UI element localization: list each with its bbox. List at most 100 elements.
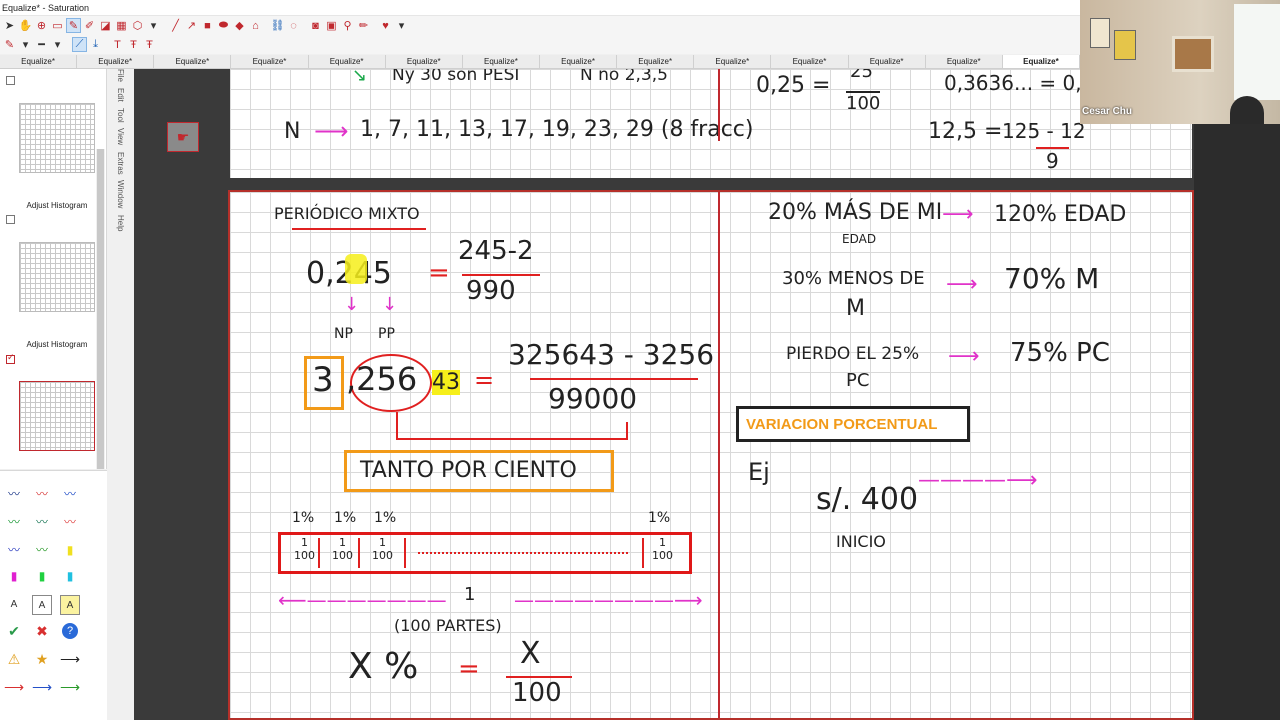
text-style-2-icon[interactable]: A [32, 595, 52, 615]
tab-4[interactable]: Equalize* [231, 55, 309, 68]
highlighter-magenta-icon[interactable]: ▮ [4, 569, 24, 583]
ellipse-icon[interactable]: ⬬ [216, 18, 231, 33]
dropdown-icon[interactable]: ▾ [146, 18, 161, 33]
pen-navy-icon[interactable]: 〰 [4, 487, 24, 501]
pressure-icon[interactable]: ⤓ [88, 37, 103, 52]
image-icon[interactable]: ▣ [324, 18, 339, 33]
tab-9[interactable]: Equalize* [617, 55, 695, 68]
marker-icon[interactable]: ✏ [356, 18, 371, 33]
smooth-pen-icon[interactable]: ⟋ [72, 37, 87, 52]
window-image [1234, 4, 1280, 100]
red-arrow-icon[interactable]: ⟶ [4, 677, 24, 697]
tab-14-active[interactable]: Equalize* [1002, 55, 1080, 68]
hand-icon[interactable]: ✋ [18, 18, 33, 33]
tab-10[interactable]: Equalize* [694, 55, 772, 68]
arrow-line-icon[interactable]: ↗ [184, 18, 199, 33]
fraction-numerator: 25 [850, 69, 873, 82]
tab-13[interactable]: Equalize* [925, 55, 1003, 68]
tab-11[interactable]: Equalize* [771, 55, 849, 68]
rectangle-icon[interactable]: ■ [200, 18, 215, 33]
menu-tool[interactable]: Tool [116, 108, 125, 123]
connector-left [396, 412, 398, 438]
camera-icon[interactable]: ◙ [308, 18, 323, 33]
example2-numerator: 325643 - 3256 [508, 338, 715, 371]
stamp-icon[interactable]: ⌂ [248, 18, 263, 33]
highlighter-cyan-icon[interactable]: ▮ [60, 569, 80, 583]
thumbnail-checkbox-2[interactable] [6, 215, 15, 224]
rule2-text: 30% MENOS DE [782, 268, 925, 289]
question-stamp-icon[interactable]: ? [62, 623, 78, 639]
pen-blue-icon[interactable]: 〰 [60, 487, 80, 501]
heart-icon[interactable]: ♥ [378, 18, 393, 33]
menu-view[interactable]: View [116, 128, 125, 145]
page-thumbnail-1[interactable] [19, 103, 95, 173]
rule3-arrow-icon: ⟶ [948, 344, 980, 369]
decimal-2-denominator: 9 [1036, 147, 1069, 173]
eraser-icon[interactable]: ◪ [98, 18, 113, 33]
menu-edit[interactable]: Edit [116, 88, 125, 102]
text-strike-icon[interactable]: Ŧ [142, 37, 157, 52]
lasso-icon[interactable]: ◌ [286, 18, 301, 33]
decimal-2: 12,5 = [928, 119, 1003, 144]
pen-lime-icon[interactable]: 〰 [32, 543, 52, 557]
pen-icon[interactable]: ✎ [66, 18, 81, 33]
heart-dropdown-icon[interactable]: ▾ [394, 18, 409, 33]
highlighter-icon[interactable]: ✐ [82, 18, 97, 33]
select-arrow-icon[interactable]: ➤ [2, 18, 17, 33]
thumbnail-checkbox-3[interactable] [6, 352, 15, 364]
notebook-page-2[interactable]: PERIÓDICO MIXTO 0,245 = 245-2 990 ↓ ↓ NP… [228, 190, 1194, 720]
tab-5[interactable]: Equalize* [308, 55, 386, 68]
laser-pointer-icon[interactable]: ☛ [167, 122, 199, 152]
warning-stamp-icon[interactable]: ⚠ [4, 649, 24, 669]
highlighter-green-icon[interactable]: ▮ [32, 569, 52, 583]
menu-window[interactable]: Window [116, 180, 125, 208]
tab-8[interactable]: Equalize* [539, 55, 618, 68]
text-style-1-icon[interactable]: A [4, 595, 24, 615]
rule3-result: 75% PC [1010, 338, 1110, 368]
pen-light-red-icon[interactable]: 〰 [60, 515, 80, 529]
menu-extras[interactable]: Extras [116, 152, 125, 175]
tab-12[interactable]: Equalize* [848, 55, 926, 68]
tab-7[interactable]: Equalize* [462, 55, 540, 68]
text-tool-icon[interactable]: T [110, 37, 125, 52]
table-icon[interactable]: ▦ [114, 18, 129, 33]
pen-red-icon[interactable]: 〰 [32, 487, 52, 501]
notebook-page-1[interactable]: ↘ Ny 30 son PESI N no 2,3,5 N ⟶ 1, 7, 11… [230, 69, 1192, 178]
line-width-dropdown-icon[interactable]: ▾ [50, 37, 65, 52]
thumbnails-vertical-scrollbar[interactable] [96, 149, 105, 474]
page-icon[interactable]: ▭ [50, 18, 65, 33]
polygon-icon[interactable]: ◆ [232, 18, 247, 33]
star-stamp-icon[interactable]: ★ [32, 649, 52, 669]
tab-1[interactable]: Equalize* [0, 55, 78, 68]
thumbnail-caption-1: Adjust Histogram [26, 201, 88, 210]
pen-yellow-icon[interactable]: ▮ [60, 543, 80, 557]
tab-2[interactable]: Equalize* [77, 55, 155, 68]
pen-color-icon[interactable]: ✎ [2, 37, 17, 52]
example1-denominator: 990 [466, 276, 516, 306]
cross-stamp-icon[interactable]: ✖ [32, 621, 52, 641]
pen-teal-icon[interactable]: 〰 [32, 515, 52, 529]
note-line-1b: N no 2,3,5 [580, 69, 668, 85]
tab-6[interactable]: Equalize* [385, 55, 463, 68]
menu-help[interactable]: Help [116, 215, 125, 231]
text-style-3-icon[interactable]: A [60, 595, 80, 615]
menu-file[interactable]: File [116, 69, 125, 82]
thumbnail-checkbox-1[interactable] [6, 76, 15, 85]
zoom-icon[interactable]: ⊕ [34, 18, 49, 33]
blue-arrow-icon[interactable]: ⟶ [32, 677, 52, 697]
line-width-icon[interactable]: ━ [34, 37, 49, 52]
pen-color-dropdown-icon[interactable]: ▾ [18, 37, 33, 52]
page-thumbnail-3-selected[interactable] [19, 381, 95, 451]
check-stamp-icon[interactable]: ✔ [4, 621, 24, 641]
pen-green-icon[interactable]: 〰 [4, 515, 24, 529]
text-bold-icon[interactable]: Ŧ [126, 37, 141, 52]
link-icon[interactable]: ⛓ [270, 18, 285, 33]
pen-indigo-icon[interactable]: 〰 [4, 543, 24, 557]
black-arrow-icon[interactable]: ⟶ [60, 649, 80, 669]
tab-3[interactable]: Equalize* [154, 55, 232, 68]
shapes-icon[interactable]: ⬡ [130, 18, 145, 33]
page-thumbnail-2[interactable] [19, 242, 95, 312]
attachment-icon[interactable]: ⚲ [340, 18, 355, 33]
green-arrow-icon[interactable]: ⟶ [60, 677, 80, 697]
line-icon[interactable]: ╱ [168, 18, 183, 33]
